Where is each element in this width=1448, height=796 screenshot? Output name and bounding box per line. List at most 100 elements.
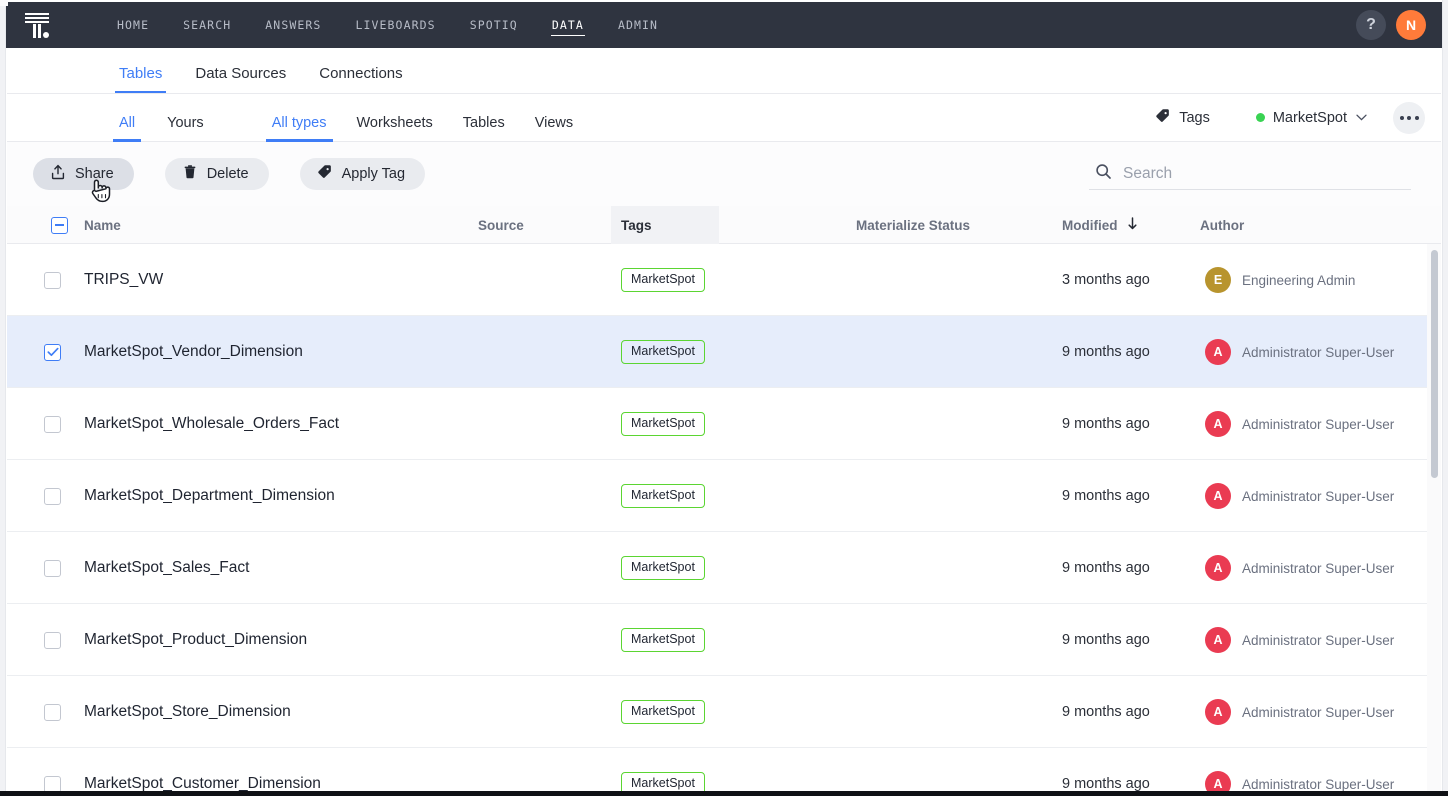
row-name[interactable]: MarketSpot_Department_Dimension — [84, 460, 335, 532]
row-name-text: MarketSpot_Vendor_Dimension — [84, 343, 303, 361]
column-header-name[interactable]: Name — [84, 206, 121, 244]
filter-tables[interactable]: Tables — [463, 115, 505, 142]
delete-button[interactable]: Delete — [165, 158, 269, 190]
row-checkbox[interactable] — [44, 704, 61, 721]
row-checkbox[interactable] — [44, 632, 61, 649]
nav-item-data[interactable]: DATA — [535, 2, 601, 48]
avatar: A — [1205, 699, 1231, 725]
help-icon[interactable]: ? — [1356, 10, 1386, 40]
row-checkbox-cell — [44, 460, 61, 532]
column-header-materialize-status[interactable]: Materialize Status — [856, 206, 970, 244]
column-header-source[interactable]: Source — [478, 206, 524, 244]
nav-label: LIVEBOARDS — [355, 18, 435, 32]
tag-badge[interactable]: MarketSpot — [621, 412, 705, 436]
table-row[interactable]: MarketSpot_Sales_Fact MarketSpot 9 month… — [7, 532, 1441, 604]
apply-tag-button[interactable]: Apply Tag — [300, 158, 425, 190]
table-row[interactable]: MarketSpot_Department_Dimension MarketSp… — [7, 460, 1441, 532]
delete-label: Delete — [207, 166, 249, 182]
share-label: Share — [75, 166, 114, 182]
row-author: E Engineering Admin — [1205, 244, 1355, 316]
row-name[interactable]: MarketSpot_Wholesale_Orders_Fact — [84, 388, 339, 460]
row-tags: MarketSpot — [621, 388, 705, 460]
connection-selector[interactable]: MarketSpot — [1256, 110, 1367, 126]
row-name[interactable]: MarketSpot_Sales_Fact — [84, 532, 249, 604]
more-options-button[interactable] — [1393, 102, 1425, 134]
row-modified-text: 9 months ago — [1062, 416, 1150, 432]
row-tags: MarketSpot — [621, 748, 705, 791]
table-row[interactable]: MarketSpot_Store_Dimension MarketSpot 9 … — [7, 676, 1441, 748]
search-input[interactable] — [1123, 165, 1383, 183]
type-filter-group: All types Worksheets Tables Views — [272, 94, 603, 142]
row-checkbox[interactable] — [44, 776, 61, 792]
select-all-checkbox[interactable] — [51, 217, 68, 234]
row-modified-text: 9 months ago — [1062, 704, 1150, 720]
table-row[interactable]: TRIPS_VW MarketSpot 3 months ago E Engin… — [7, 244, 1441, 316]
tab-tables[interactable]: Tables — [119, 65, 162, 93]
table-row[interactable]: MarketSpot_Vendor_Dimension MarketSpot 9… — [7, 316, 1441, 388]
column-header-modified[interactable]: Modified — [1062, 206, 1138, 244]
row-modified-text: 9 months ago — [1062, 344, 1150, 360]
filter-worksheets[interactable]: Worksheets — [357, 115, 433, 142]
avatar-initial: A — [1213, 561, 1222, 575]
tag-badge[interactable]: MarketSpot — [621, 340, 705, 364]
row-name[interactable]: TRIPS_VW — [84, 244, 163, 316]
row-checkbox-cell — [44, 316, 61, 388]
table-body: TRIPS_VW MarketSpot 3 months ago E Engin… — [7, 244, 1441, 791]
avatar-initial: A — [1213, 489, 1222, 503]
sort-descending-icon — [1127, 217, 1138, 233]
tag-badge[interactable]: MarketSpot — [621, 268, 705, 292]
nav-item-answers[interactable]: ANSWERS — [248, 2, 338, 48]
avatar: A — [1205, 339, 1231, 365]
tag-badge[interactable]: MarketSpot — [621, 700, 705, 724]
nav-item-admin[interactable]: ADMIN — [601, 2, 675, 48]
table-header-row: Name Source Tags Materialize Status Modi… — [7, 206, 1441, 244]
tags-filter-button[interactable]: Tags — [1155, 108, 1210, 128]
user-avatar[interactable]: N — [1396, 10, 1426, 40]
logo-container[interactable] — [6, 2, 68, 48]
tag-badge[interactable]: MarketSpot — [621, 772, 705, 791]
row-tags: MarketSpot — [621, 532, 705, 604]
column-header-tags[interactable]: Tags — [621, 206, 652, 244]
tag-badge[interactable]: MarketSpot — [621, 628, 705, 652]
column-label: Author — [1200, 218, 1244, 233]
table-row[interactable]: MarketSpot_Customer_Dimension MarketSpot… — [7, 748, 1441, 791]
row-name[interactable]: MarketSpot_Vendor_Dimension — [84, 316, 303, 388]
nav-item-liveboards[interactable]: LIVEBOARDS — [338, 2, 452, 48]
column-header-author[interactable]: Author — [1200, 206, 1244, 244]
row-name[interactable]: MarketSpot_Product_Dimension — [84, 604, 307, 676]
search-container — [1089, 158, 1411, 190]
author-name: Administrator Super-User — [1242, 345, 1394, 360]
tab-connections[interactable]: Connections — [319, 65, 402, 93]
avatar-initial: A — [1213, 417, 1222, 431]
avatar: A — [1205, 411, 1231, 437]
row-checkbox-cell — [44, 748, 61, 791]
table-row[interactable]: MarketSpot_Product_Dimension MarketSpot … — [7, 604, 1441, 676]
row-checkbox[interactable] — [44, 488, 61, 505]
filter-label: Views — [535, 115, 573, 131]
row-name[interactable]: MarketSpot_Customer_Dimension — [84, 748, 321, 791]
row-checkbox[interactable] — [44, 416, 61, 433]
share-button[interactable]: Share — [33, 158, 134, 190]
tab-data-sources[interactable]: Data Sources — [195, 65, 286, 93]
row-checkbox[interactable] — [44, 344, 61, 361]
filter-all[interactable]: All — [119, 115, 135, 142]
row-checkbox[interactable] — [44, 560, 61, 577]
row-author: A Administrator Super-User — [1205, 676, 1394, 748]
nav-item-spotiq[interactable]: SPOTIQ — [453, 2, 535, 48]
table-row[interactable]: MarketSpot_Wholesale_Orders_Fact MarketS… — [7, 388, 1441, 460]
row-name[interactable]: MarketSpot_Store_Dimension — [84, 676, 291, 748]
avatar-initial: A — [1213, 777, 1222, 791]
filter-all-types[interactable]: All types — [272, 115, 327, 142]
filter-yours[interactable]: Yours — [167, 115, 204, 142]
filter-views[interactable]: Views — [535, 115, 573, 142]
connection-label: MarketSpot — [1273, 110, 1347, 126]
row-checkbox[interactable] — [44, 272, 61, 289]
apply-tag-label: Apply Tag — [342, 166, 405, 182]
tag-badge[interactable]: MarketSpot — [621, 484, 705, 508]
nav-item-home[interactable]: HOME — [100, 2, 166, 48]
tag-badge[interactable]: MarketSpot — [621, 556, 705, 580]
nav-item-search[interactable]: SEARCH — [166, 2, 248, 48]
row-modified-text: 9 months ago — [1062, 632, 1150, 648]
table-scrollbar-thumb[interactable] — [1431, 250, 1438, 478]
row-tags: MarketSpot — [621, 316, 705, 388]
